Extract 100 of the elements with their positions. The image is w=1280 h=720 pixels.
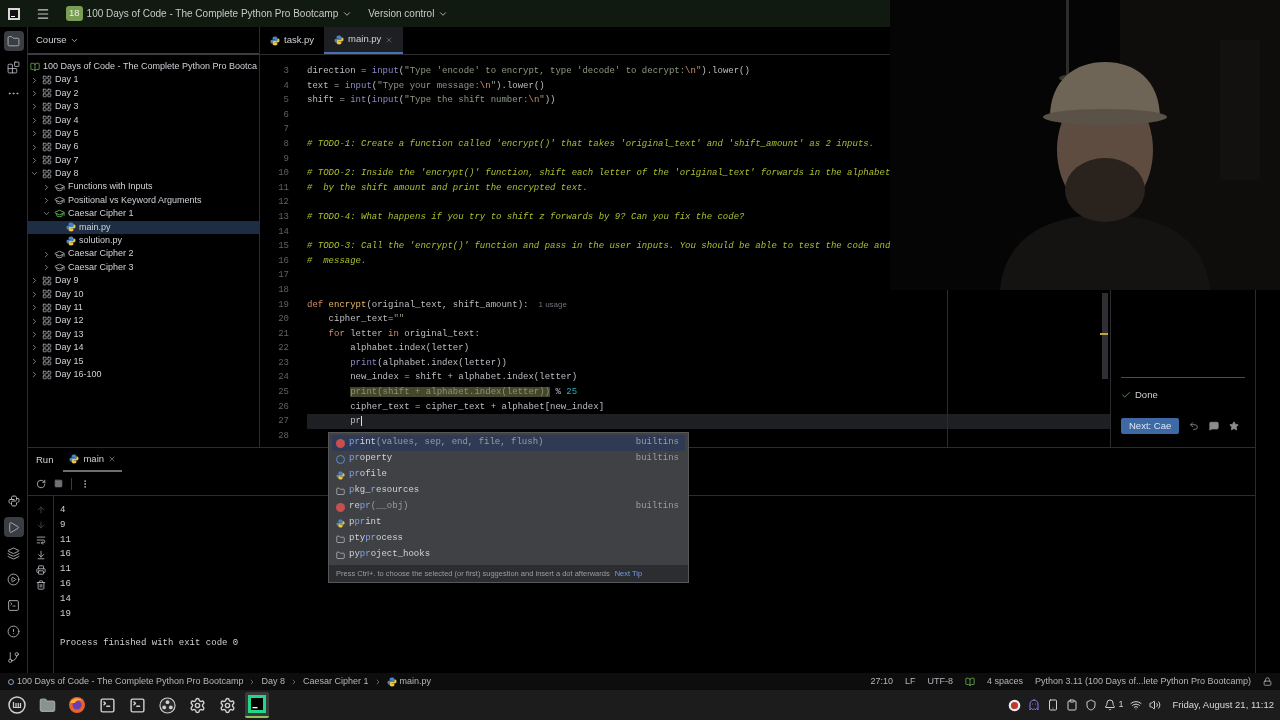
- completion-item[interactable]: profile: [332, 467, 685, 483]
- completion-item[interactable]: ptyprocess: [332, 531, 685, 547]
- book-icon[interactable]: [965, 676, 975, 687]
- tree-item[interactable]: Day 9: [28, 274, 259, 288]
- chevron-icon[interactable]: [42, 249, 51, 259]
- breadcrumb[interactable]: Caesar Cipher 1: [303, 674, 369, 689]
- tree-item[interactable]: Day 12: [28, 314, 259, 328]
- close-icon[interactable]: [385, 35, 394, 44]
- stop-icon[interactable]: [54, 479, 63, 488]
- completion-item[interactable]: pkg_resources: [332, 483, 685, 499]
- star-icon[interactable]: [1229, 421, 1240, 431]
- tree-item[interactable]: Caesar Cipher 3: [28, 260, 259, 275]
- taskbar-app[interactable]: [245, 692, 269, 718]
- tree-item[interactable]: Day 14: [28, 341, 259, 355]
- chevron-icon[interactable]: [30, 289, 39, 299]
- tree-item[interactable]: main.py: [28, 220, 259, 235]
- interpreter[interactable]: Python 3.11 (100 Days of...lete Python Pro Bootcamp): [1035, 674, 1251, 689]
- tree-item[interactable]: Day 16-100: [28, 368, 259, 382]
- tree-item[interactable]: Day 5: [28, 126, 259, 141]
- chevron-icon[interactable]: [30, 115, 39, 125]
- chevron-icon[interactable]: [30, 88, 39, 98]
- wrap-icon[interactable]: [35, 535, 46, 545]
- chevron-icon[interactable]: [30, 276, 39, 286]
- tree-item[interactable]: Day 2: [28, 86, 259, 101]
- line-ending[interactable]: LF: [905, 674, 916, 689]
- caret-position[interactable]: 27:10: [870, 674, 893, 689]
- breadcrumb[interactable]: main.py: [386, 674, 432, 689]
- tree-item[interactable]: Day 13: [28, 327, 259, 342]
- chevron-icon[interactable]: [42, 196, 51, 206]
- tree-item[interactable]: Positional vs Keyword Arguments: [28, 193, 259, 208]
- completion-item[interactable]: pprint: [332, 515, 685, 531]
- trash-icon[interactable]: [35, 580, 46, 590]
- terminal-icon: [7, 598, 20, 612]
- chevron-icon[interactable]: [30, 330, 39, 339]
- tree-item[interactable]: Caesar Cipher 1: [28, 207, 259, 221]
- folder-icon: [336, 486, 345, 496]
- indent-setting[interactable]: 4 spaces: [987, 674, 1024, 689]
- line-number: 13: [277, 210, 289, 224]
- editor-tab[interactable]: main.py: [324, 27, 404, 54]
- line-number: 15: [277, 240, 289, 254]
- gear-icon: [188, 696, 206, 714]
- undo-icon[interactable]: [1189, 421, 1200, 431]
- tree-item[interactable]: Day 11: [28, 301, 259, 315]
- encoding[interactable]: UTF-8: [927, 674, 953, 689]
- chevron-icon[interactable]: [42, 182, 51, 192]
- tree-item[interactable]: solution.py: [28, 234, 259, 248]
- completion-item[interactable]: repr(__obj) builtins: [332, 499, 685, 515]
- clock[interactable]: Friday, August 21, 11:12: [1172, 697, 1274, 713]
- close-icon[interactable]: [108, 455, 117, 463]
- line-number: 12: [277, 196, 289, 210]
- tree-item[interactable]: Day 8: [28, 167, 259, 181]
- vcs-menu[interactable]: Version control: [368, 6, 449, 21]
- run-tool-button[interactable]: [3, 517, 24, 537]
- breadcrumb[interactable]: 100 Days of Code - The Complete Python Pro Bootcamp: [8, 674, 244, 689]
- clipboard-icon: [1066, 699, 1079, 711]
- run-tab[interactable]: main: [63, 448, 123, 472]
- chevron-icon[interactable]: [30, 303, 39, 313]
- next-task-button[interactable]: Next: Cae: [1121, 418, 1180, 434]
- completion-item[interactable]: print(values, sep, end, file, flush) builtins: [332, 435, 685, 451]
- completion-item[interactable]: pyproject_hooks: [332, 547, 685, 563]
- folder-tool-button[interactable]: [3, 31, 24, 51]
- chevron-icon[interactable]: [30, 343, 39, 353]
- chevron-icon[interactable]: [30, 155, 39, 165]
- chevron-icon: [290, 677, 298, 686]
- chevron-icon[interactable]: [30, 129, 39, 139]
- tree-item[interactable]: Day 10: [28, 287, 259, 302]
- menu-icon[interactable]: [36, 6, 50, 21]
- tree-item[interactable]: Caesar Cipher 2: [28, 247, 259, 261]
- scroll-end-icon[interactable]: [35, 550, 46, 560]
- completion-item[interactable]: property builtins: [332, 451, 685, 467]
- grid-icon: [42, 342, 52, 353]
- rerun-icon[interactable]: [36, 478, 46, 489]
- tree-item[interactable]: Day 4: [28, 113, 259, 127]
- code-line: # message.: [307, 255, 367, 266]
- tree-item[interactable]: Day 6: [28, 140, 259, 154]
- folder-icon: [336, 550, 345, 560]
- chevron-icon[interactable]: [42, 263, 51, 273]
- chevron-icon[interactable]: [30, 142, 39, 152]
- editor-tab[interactable]: task.py: [260, 27, 325, 54]
- print-icon[interactable]: [35, 565, 46, 575]
- tree-item[interactable]: Day 1: [28, 73, 259, 87]
- code-line: # TODO-1: Create a function called 'encrypt()' that takes 'original_text' and 'shift_amount' as 2 inputs.: [307, 138, 875, 149]
- tree-item[interactable]: Day 7: [28, 153, 259, 168]
- tree-item[interactable]: Day 3: [28, 100, 259, 114]
- project-switcher[interactable]: 18 100 Days of Code - The Complete Python Pro Bootcamp: [66, 6, 353, 21]
- chevron-icon[interactable]: [30, 316, 39, 326]
- tree-item[interactable]: Day 15: [28, 354, 259, 368]
- line-number: 3: [282, 65, 289, 78]
- chevron-icon[interactable]: [30, 75, 39, 85]
- panel-title-dropdown[interactable]: Course: [36, 32, 79, 48]
- comment-icon[interactable]: [1209, 421, 1220, 431]
- tree-item[interactable]: Functions with Inputs: [28, 180, 259, 194]
- chevron-icon[interactable]: [30, 370, 39, 380]
- chevron-icon[interactable]: [30, 356, 39, 366]
- line-number: 6: [282, 108, 289, 122]
- chevron-icon[interactable]: [30, 102, 39, 112]
- line-number: 28: [277, 429, 289, 443]
- breadcrumb[interactable]: Day 8: [261, 674, 285, 689]
- tree-item[interactable]: 100 Days of Code - The Complete Python Pro Bootca: [28, 60, 259, 74]
- lock-icon[interactable]: [1263, 677, 1272, 686]
